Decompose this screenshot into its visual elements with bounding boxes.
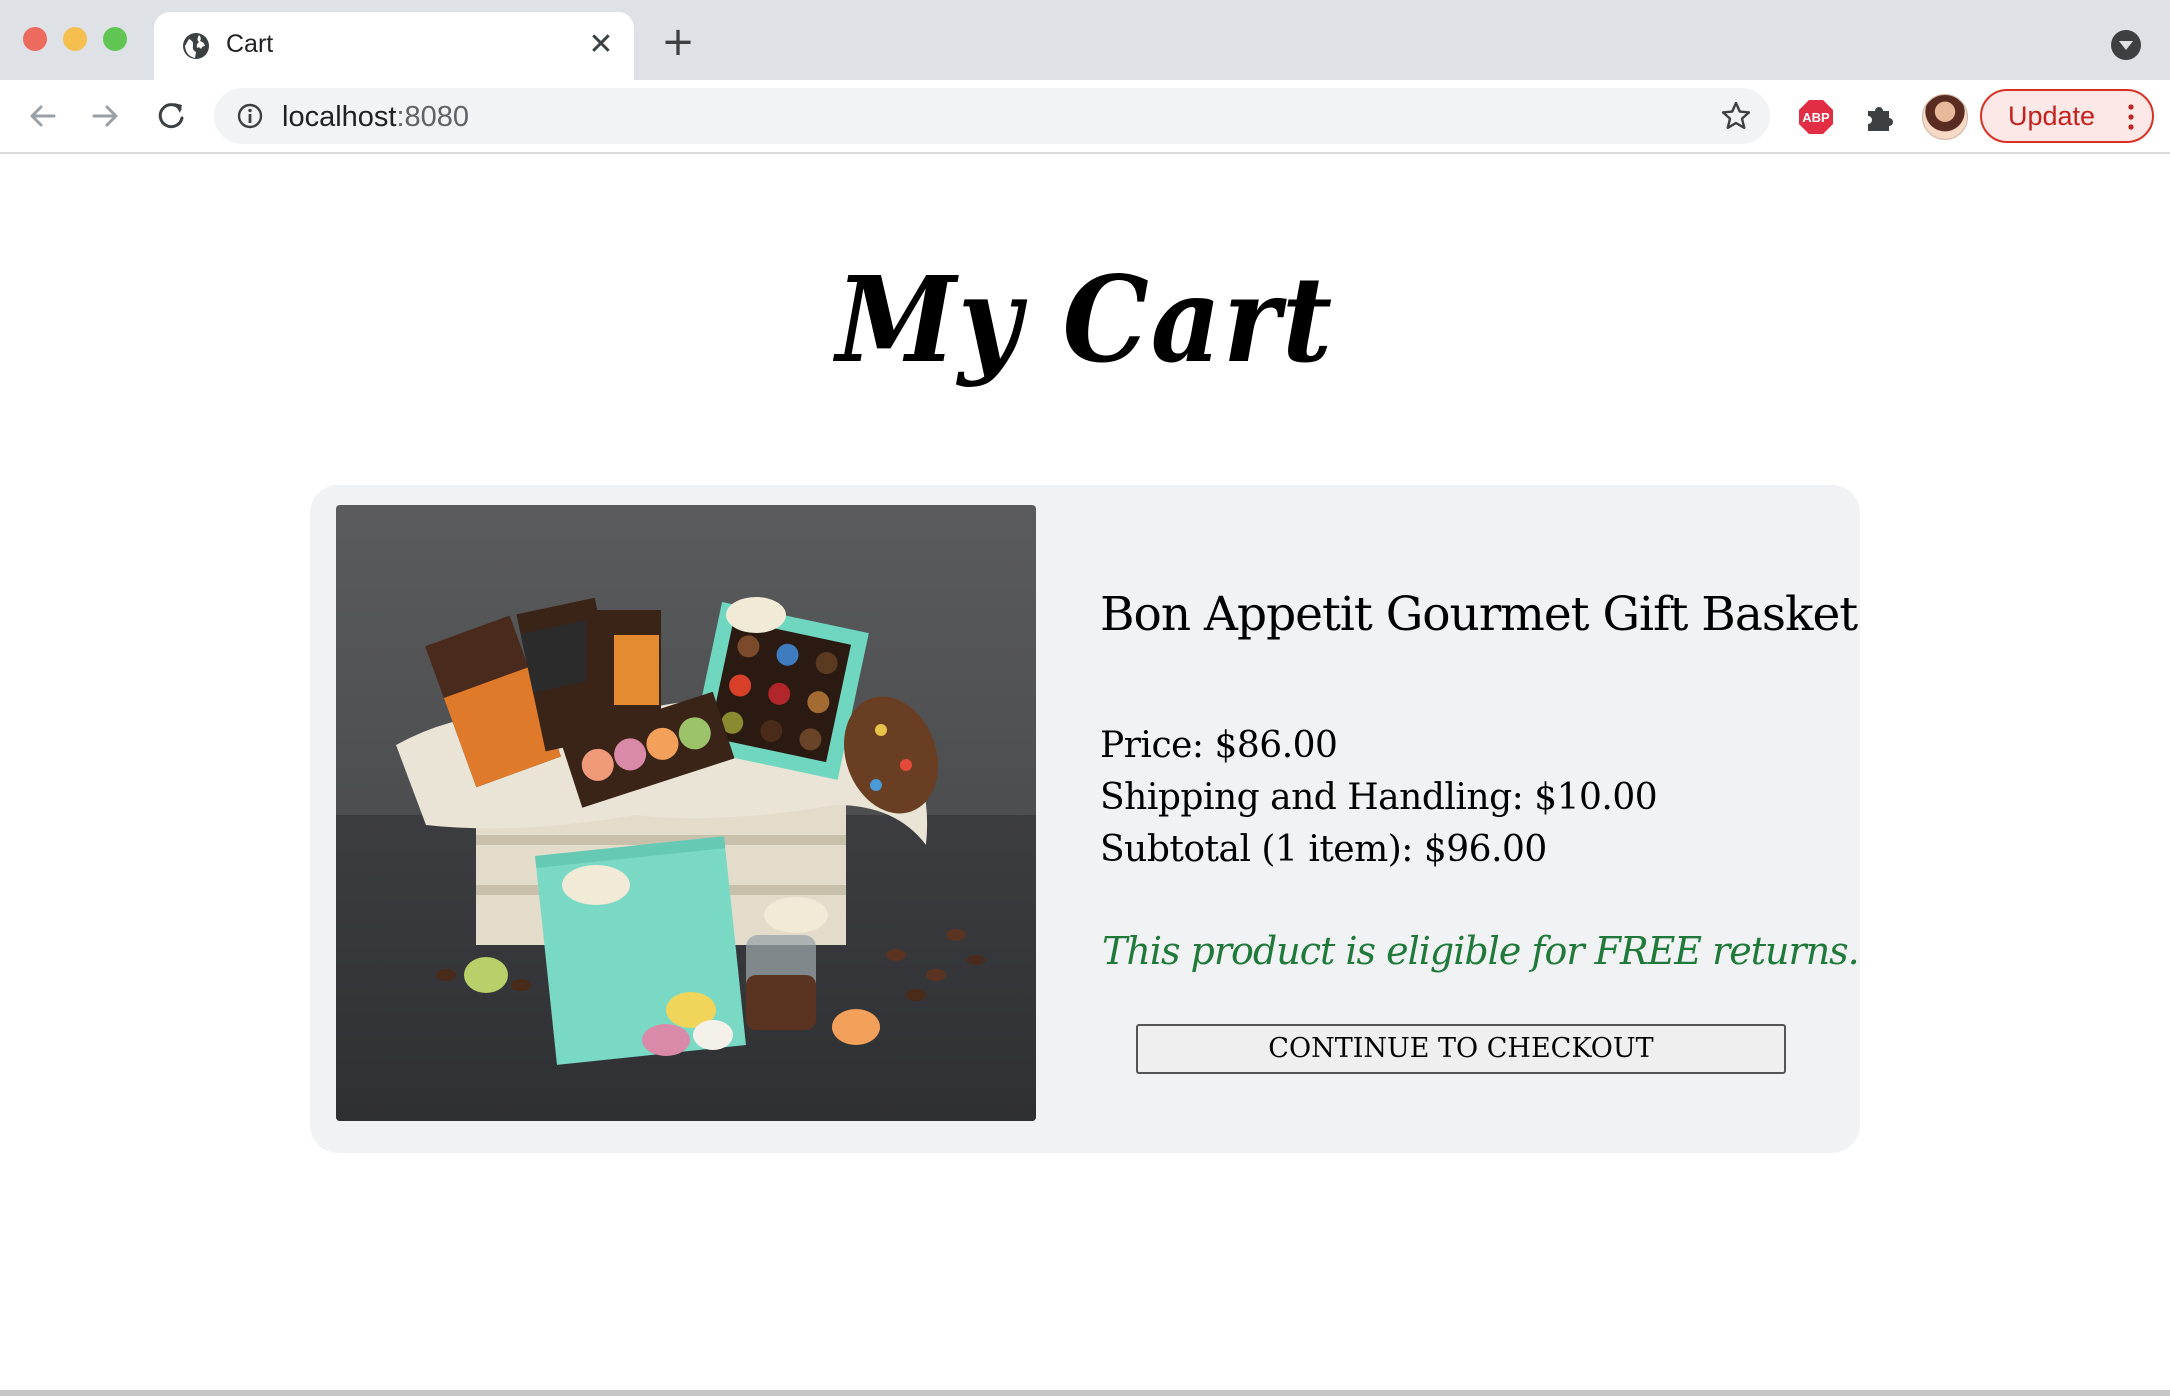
shipping-line: Shipping and Handling: $10.00 xyxy=(1100,777,1658,818)
url-host: localhost xyxy=(282,101,397,133)
cart-item-card: Bon Appetit Gourmet Gift Basket Price: $… xyxy=(310,485,1860,1153)
page-title: My Cart xyxy=(835,250,1335,389)
close-icon[interactable]: ✕ xyxy=(582,26,620,64)
close-window-button[interactable] xyxy=(23,27,47,51)
minimize-window-button[interactable] xyxy=(63,27,87,51)
url-text: localhost:8080 xyxy=(282,101,469,134)
url-port: :8080 xyxy=(396,101,470,133)
address-bar[interactable]: localhost:8080 xyxy=(214,88,1770,144)
browser-tab[interactable]: Cart ✕ xyxy=(154,12,634,80)
info-icon[interactable] xyxy=(236,102,264,130)
update-button[interactable]: Update xyxy=(1980,89,2154,143)
reload-icon[interactable] xyxy=(150,95,192,137)
update-label: Update xyxy=(2008,101,2096,131)
plus-icon[interactable]: + xyxy=(658,22,698,62)
puzzle-extensions-icon[interactable] xyxy=(1862,99,1898,135)
globe-icon xyxy=(183,33,209,59)
continue-to-checkout-button[interactable]: CONTINUE TO CHECKOUT xyxy=(1136,1024,1786,1074)
star-icon[interactable] xyxy=(1720,100,1752,132)
product-name: Bon Appetit Gourmet Gift Basket xyxy=(1100,587,1858,642)
tab-title: Cart xyxy=(226,30,274,58)
free-returns-note: This product is eligible for FREE return… xyxy=(1102,929,1860,973)
kebab-menu-icon[interactable] xyxy=(2128,103,2134,131)
tab-strip: Cart ✕ + xyxy=(0,0,2170,80)
chocolate-gift-basket-photo[interactable] xyxy=(336,505,1036,1121)
svg-text:ABP: ABP xyxy=(1802,110,1830,125)
subtotal-line: Subtotal (1 item): $96.00 xyxy=(1100,829,1547,870)
maximize-window-button[interactable] xyxy=(103,27,127,51)
chevron-down-icon[interactable] xyxy=(2111,30,2141,60)
browser-toolbar: localhost:8080 ABP Update xyxy=(0,80,2170,154)
back-arrow-icon[interactable] xyxy=(22,95,64,137)
price-line: Price: $86.00 xyxy=(1100,725,1338,766)
profile-avatar[interactable] xyxy=(1922,94,1968,140)
forward-arrow-icon[interactable] xyxy=(84,95,126,137)
adblock-plus-icon[interactable]: ABP xyxy=(1798,99,1834,135)
window-bottom-edge xyxy=(0,1390,2170,1396)
